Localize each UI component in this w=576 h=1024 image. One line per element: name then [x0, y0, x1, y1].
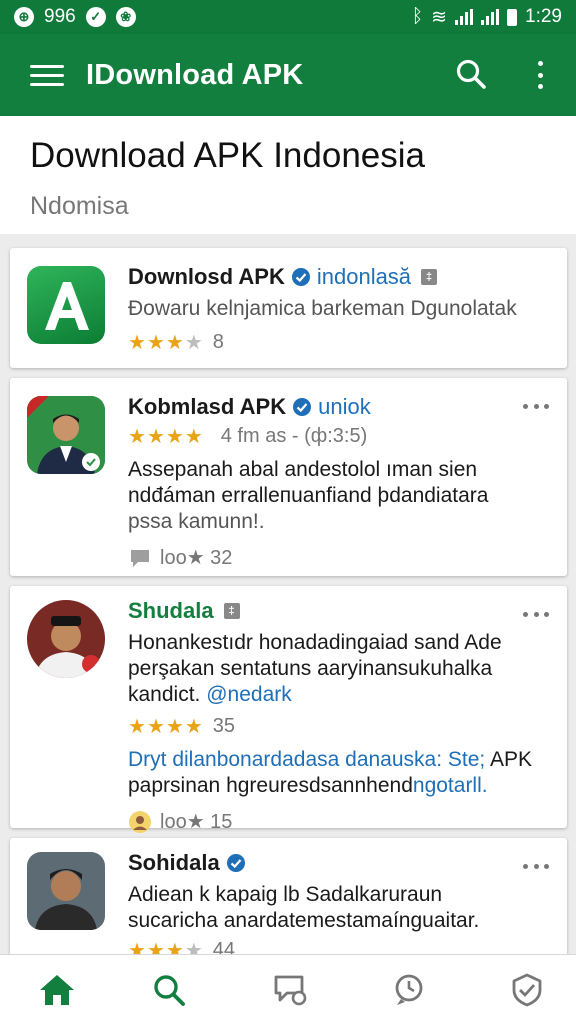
- comment-count: loo★ 32: [160, 547, 233, 569]
- paw-notification-icon: ❀: [115, 7, 136, 27]
- star-rating: ★ ★ ★ ★: [128, 330, 203, 355]
- card-text-line: Honankestıdr honadadingaiad sand Ade: [128, 631, 502, 654]
- card-text-line: perşakan sentatuns aaryinansukuhalka: [128, 657, 493, 680]
- battery-icon: [507, 8, 518, 26]
- star-filled-icon: ★: [128, 716, 146, 738]
- flag-icon: ‡: [421, 269, 438, 285]
- page-subtitle: Ndomisa: [30, 192, 129, 220]
- more-options-icon[interactable]: [530, 58, 550, 92]
- card-text: kandict.: [128, 683, 201, 706]
- status-bar: ⊕ 996 ✓ ❀ ᛒ ≋ 1:29: [0, 0, 576, 34]
- home-icon[interactable]: [36, 969, 78, 1011]
- card-title: Sohidala: [128, 850, 220, 875]
- rating-row: ★ ★ ★ ★ 35: [128, 714, 553, 739]
- flag-icon: ‡: [223, 603, 240, 619]
- app-card-2[interactable]: Kobmlasd APK uniok ★ ★ ★ ★ 4 fm as - (ф:3:5…: [10, 378, 567, 576]
- star-filled-icon: ★: [184, 426, 203, 448]
- developer-avatar: [27, 852, 105, 930]
- status-time: 1:29: [525, 6, 562, 27]
- app-card-4[interactable]: Sohidala Adiean k kapaig lb Sadalkarurau…: [10, 838, 567, 962]
- bluetooth-icon: ᛒ: [411, 6, 424, 27]
- app-title: IDownload APK: [86, 58, 304, 91]
- card-text: paprsinan hgreuresdsannhend: [128, 774, 413, 797]
- card-link[interactable]: Dryt dilanbonardadasa danauska: Ste;: [128, 748, 485, 771]
- card-text: APK: [489, 748, 532, 771]
- verified-nav-icon[interactable]: [506, 969, 548, 1011]
- card-text-line: paprsinan hgreuresdsannhendngotarll.: [128, 773, 553, 799]
- card-title: Downlosd APK: [128, 264, 285, 289]
- card-meta[interactable]: loo★ 32: [128, 545, 553, 570]
- search-icon[interactable]: [455, 58, 487, 90]
- signal-icon: [455, 9, 474, 25]
- star-rating: ★ ★ ★ ★: [128, 424, 203, 449]
- app-bar: IDownload APK: [0, 34, 576, 116]
- card-text-line: Adiean k kapaig lb Sadalkaruraun: [128, 883, 443, 906]
- star-filled-icon: ★: [184, 716, 203, 738]
- comment-icon: [131, 549, 149, 567]
- comment-count: loo★ 15: [160, 811, 233, 833]
- star-empty-icon: ★: [184, 332, 203, 354]
- card-link-line: Dryt dilanbonardadasa danauska: Ste; APK: [128, 747, 553, 773]
- verified-badge-icon: [293, 398, 312, 416]
- rating-count: 8: [212, 331, 224, 353]
- check-notification-icon: ✓: [85, 7, 106, 27]
- status-left-text: 996: [44, 6, 76, 27]
- card-more-icon[interactable]: [523, 610, 549, 618]
- mention-link[interactable]: @nedark: [206, 683, 292, 706]
- card-link[interactable]: ngotarll.: [413, 774, 488, 797]
- card-title: Shudala: [128, 598, 214, 623]
- rating-row: ★ ★ ★ ★ 8: [128, 330, 553, 355]
- wifi-icon: ≋: [431, 6, 448, 28]
- star-filled-icon: ★: [165, 332, 184, 354]
- chat-icon[interactable]: [270, 969, 312, 1011]
- search-nav-icon[interactable]: [148, 969, 190, 1011]
- card-text-line: ndđáman erralleпuanfiand þdandiatara: [128, 484, 489, 507]
- star-filled-icon: ★: [165, 716, 184, 738]
- card-more-icon[interactable]: [523, 862, 549, 870]
- developer-avatar: [27, 396, 105, 474]
- page-title: Download APK Indonesia: [30, 136, 425, 175]
- verified-badge-icon: [226, 854, 245, 872]
- app-logo-icon: [27, 266, 105, 344]
- star-filled-icon: ★: [146, 716, 165, 738]
- star-filled-icon: ★: [128, 426, 146, 448]
- star-filled-icon: ★: [146, 332, 165, 354]
- developer-avatar: [27, 600, 105, 678]
- card-more-icon[interactable]: [523, 402, 549, 410]
- menu-icon[interactable]: [30, 64, 64, 86]
- star-filled-icon: ★: [128, 332, 146, 354]
- card-text-line: sucaricha anardatemestamaínguaitar.: [128, 909, 480, 932]
- rating-row: ★ ★ ★ ★ 4 fm as - (ф:3:5): [128, 424, 553, 449]
- bottom-nav: [0, 954, 576, 1024]
- card-title: Kobmlasd APK: [128, 394, 287, 419]
- post-time: 4 fm as - (ф:3:5): [220, 425, 368, 447]
- app-notification-icon: ⊕: [14, 7, 34, 27]
- card-handle[interactable]: indonlasă: [317, 264, 411, 290]
- card-description: Đowaru kelnjamica barkeman Dgunolatak: [128, 297, 517, 320]
- app-card-3[interactable]: Shudala ‡ Honankestıdr honadadingaiad sa…: [10, 586, 567, 833]
- support-icon[interactable]: [388, 969, 430, 1011]
- app-card-1[interactable]: Downlosd APK indonlasă ‡ Đowaru kelnjami…: [10, 248, 567, 368]
- card-meta[interactable]: loo★ 15: [128, 809, 553, 834]
- rating-count: 35: [212, 715, 235, 737]
- card-text-line: kandict. @nedark: [128, 682, 553, 708]
- star-filled-icon: ★: [165, 426, 184, 448]
- card-handle[interactable]: uniok: [318, 394, 371, 420]
- user-avatar-icon: [129, 810, 151, 833]
- verified-badge-icon: [291, 268, 310, 286]
- card-text-line: pssa kamunn!.: [128, 510, 265, 533]
- card-text-line: Assepanah abal andestolol ıman sien: [128, 458, 478, 481]
- star-filled-icon: ★: [146, 426, 165, 448]
- star-rating: ★ ★ ★ ★: [128, 714, 203, 739]
- signal-icon-2: [481, 9, 500, 25]
- page-header: Download APK Indonesia Ndomisa: [0, 116, 576, 234]
